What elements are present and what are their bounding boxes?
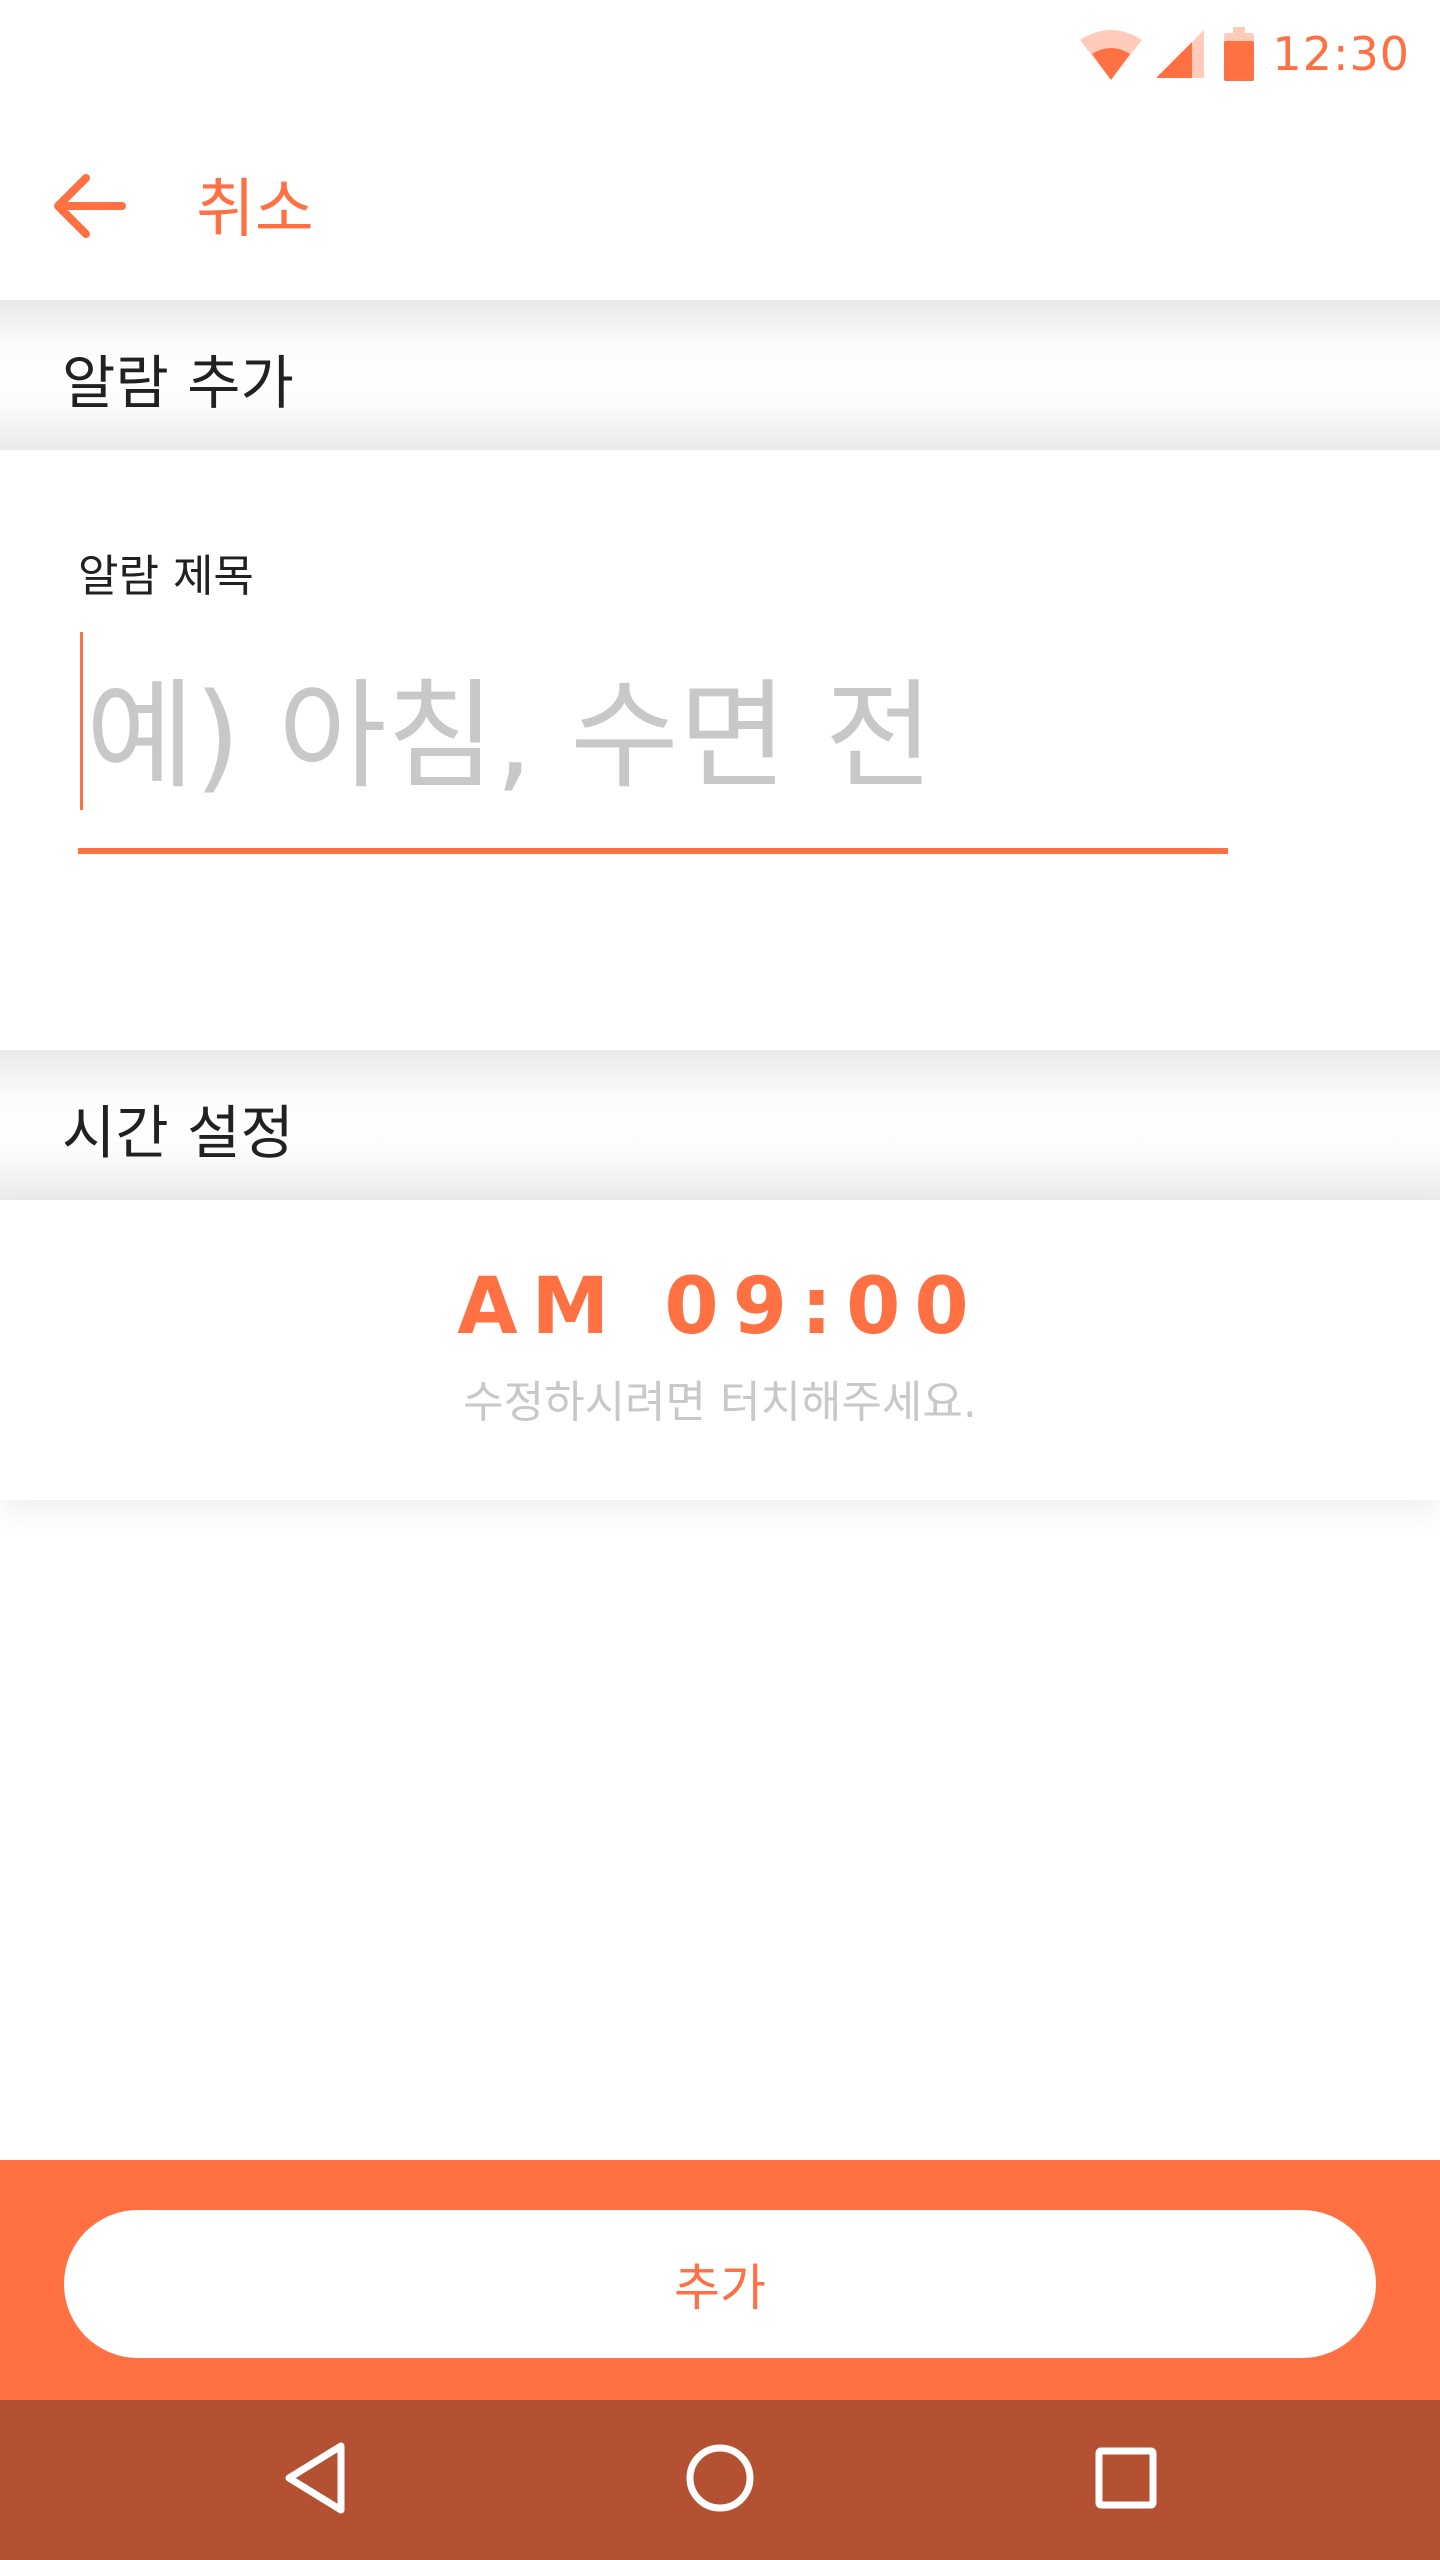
arrow-left-icon — [50, 166, 130, 250]
section-title: 시간 설정 — [62, 1099, 294, 1167]
signal-icon — [1154, 28, 1206, 80]
cancel-button[interactable]: 취소 — [196, 158, 314, 250]
battery-icon — [1224, 27, 1255, 81]
system-nav-bar — [0, 2400, 1440, 2560]
section-header-add-alarm: 알람 추가 — [0, 300, 1440, 450]
alarm-title-label: 알람 제목 — [78, 551, 254, 602]
app-bar: 취소 — [0, 108, 1440, 300]
bottom-action-bar: 추가 — [0, 2160, 1440, 2400]
add-button-label: 추가 — [674, 2259, 766, 2317]
back-button[interactable] — [50, 160, 146, 256]
recents-square-icon — [1095, 2447, 1157, 2513]
add-button[interactable]: 추가 — [64, 2210, 1376, 2358]
nav-back-button[interactable] — [266, 2430, 366, 2530]
home-circle-icon — [684, 2442, 756, 2518]
time-hint: 수정하시려면 터치해주세요. — [463, 1377, 977, 1428]
alarm-title-input[interactable]: 예) 아침, 수면 전 — [86, 640, 933, 811]
time-display[interactable]: AM 09:00 — [0, 1262, 1440, 1352]
input-underline — [78, 848, 1228, 854]
text-cursor — [80, 632, 83, 810]
section-title: 알람 추가 — [62, 349, 294, 417]
status-bar: 12:30 — [0, 0, 1440, 108]
back-triangle-icon — [281, 2440, 351, 2520]
wifi-icon — [1078, 26, 1144, 82]
time-picker[interactable]: AM 09:00 수정하시려면 터치해주세요. — [0, 1200, 1440, 1500]
nav-home-button[interactable] — [670, 2430, 770, 2530]
section-header-time-setting: 시간 설정 — [0, 1050, 1440, 1200]
status-time: 12:30 — [1272, 27, 1410, 81]
status-icons: 12:30 — [1078, 22, 1410, 86]
nav-recents-button[interactable] — [1076, 2430, 1176, 2530]
